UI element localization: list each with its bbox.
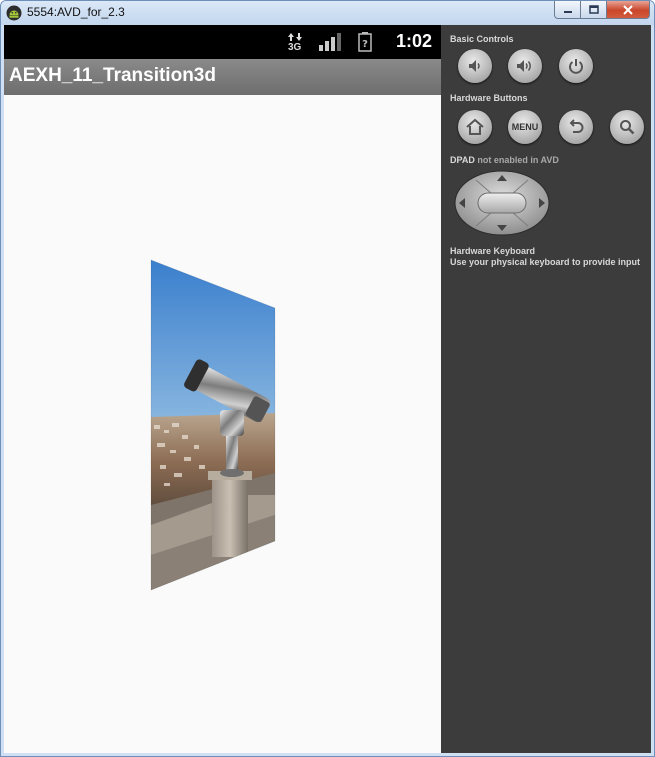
maximize-button[interactable] xyxy=(580,1,606,19)
menu-button[interactable]: MENU xyxy=(508,110,542,144)
dpad-title: DPAD xyxy=(450,155,475,165)
emulator-window: 5554:AVD_for_2.3 3G ? 1:02 AEXH_11_Trans… xyxy=(0,0,655,757)
dpad-label: DPAD not enabled in AVD xyxy=(450,155,559,165)
home-icon xyxy=(466,118,484,135)
window-title: 5554:AVD_for_2.3 xyxy=(27,5,125,19)
android-app-icon xyxy=(6,5,22,21)
transition-photo[interactable] xyxy=(4,25,441,753)
home-button[interactable] xyxy=(458,110,492,144)
power-icon xyxy=(569,59,583,74)
search-button[interactable] xyxy=(610,110,644,144)
maximize-icon xyxy=(588,5,599,14)
close-icon xyxy=(623,4,633,15)
minimize-button[interactable] xyxy=(554,1,580,19)
device-screen[interactable]: 3G ? 1:02 AEXH_11_Transition3d xyxy=(4,25,441,753)
menu-button-label: MENU xyxy=(511,122,539,132)
close-button[interactable] xyxy=(606,1,650,19)
dpad-note: not enabled in AVD xyxy=(477,155,559,165)
volume-up-button[interactable] xyxy=(508,49,542,83)
volume-up-icon xyxy=(517,60,531,72)
dpad-control[interactable] xyxy=(454,170,550,236)
volume-down-button[interactable] xyxy=(458,49,492,83)
minimize-icon xyxy=(563,10,572,13)
title-bar[interactable]: 5554:AVD_for_2.3 xyxy=(1,1,654,25)
hardware-keyboard-label: Hardware Keyboard xyxy=(450,246,536,256)
volume-down-icon xyxy=(469,60,480,72)
back-button[interactable] xyxy=(559,110,593,144)
hardware-keyboard-description: Use your physical keyboard to provide in… xyxy=(450,257,641,267)
emulator-client-area: 3G ? 1:02 AEXH_11_Transition3d Basic Con… xyxy=(4,25,651,753)
window-controls xyxy=(554,1,650,19)
hardware-buttons-label: Hardware Buttons xyxy=(450,93,528,103)
power-button[interactable] xyxy=(559,49,593,83)
basic-controls-label: Basic Controls xyxy=(450,34,514,44)
search-icon xyxy=(620,120,635,135)
controls-panel: Basic Controls Hardware Buttons MENU DPA… xyxy=(441,25,651,753)
back-icon xyxy=(569,119,584,133)
